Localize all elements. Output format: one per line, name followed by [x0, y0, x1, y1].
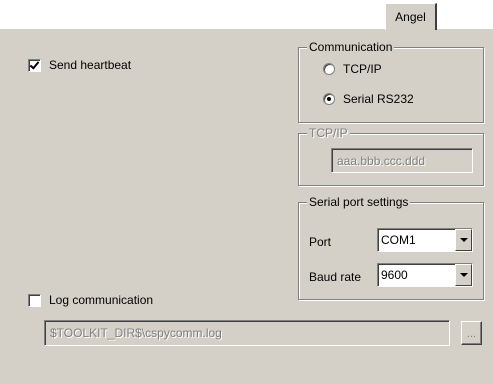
- port-label: Port: [309, 235, 332, 249]
- radio-serial-rs232-label: Serial RS232: [343, 92, 414, 106]
- chevron-down-icon: [459, 238, 468, 242]
- radio-tcpip-label: TCP/IP: [343, 62, 382, 76]
- tab-angel[interactable]: Angel: [385, 3, 437, 30]
- tcpip-address-value: aaa.bbb.ccc.ddd: [337, 153, 426, 168]
- log-communication-label: Log communication: [49, 293, 154, 307]
- log-file-path-value: $TOOLKIT_DIR$\cspycomm.log: [50, 326, 222, 340]
- settings-panel: Send heartbeat Communication TCP/IP Seri…: [0, 28, 493, 384]
- tcpip-group-title: TCP/IP: [307, 126, 350, 140]
- radio-tcpip-row[interactable]: TCP/IP: [323, 62, 382, 76]
- browse-button-label: ...: [466, 328, 477, 340]
- tcpip-address-field[interactable]: aaa.bbb.ccc.ddd: [331, 148, 473, 173]
- tcpip-group: TCP/IP aaa.bbb.ccc.ddd: [298, 126, 484, 186]
- log-communication-checkbox-row[interactable]: Log communication: [28, 293, 153, 307]
- radio-serial-row[interactable]: Serial RS232: [323, 92, 414, 106]
- port-select-value: COM1: [381, 233, 416, 247]
- send-heartbeat-label: Send heartbeat: [49, 58, 132, 72]
- port-select[interactable]: COM1: [377, 228, 473, 252]
- port-select-dropdown-button[interactable]: [455, 229, 472, 251]
- log-communication-checkbox[interactable]: [28, 293, 41, 307]
- communication-group-title: Communication: [307, 40, 395, 54]
- serial-port-settings-title: Serial port settings: [307, 195, 411, 209]
- communication-group: Communication TCP/IP Serial RS232: [298, 40, 484, 123]
- send-heartbeat-checkbox-row[interactable]: Send heartbeat: [28, 58, 131, 72]
- send-heartbeat-checkbox[interactable]: [28, 58, 41, 72]
- radio-serial-rs232[interactable]: [323, 93, 335, 105]
- log-file-path-field[interactable]: $TOOLKIT_DIR$\cspycomm.log: [44, 320, 450, 346]
- chevron-down-icon: [459, 273, 468, 277]
- radio-tcpip[interactable]: [323, 63, 335, 75]
- browse-button[interactable]: ...: [461, 321, 482, 345]
- baud-rate-select-value: 9600: [381, 268, 408, 282]
- baud-rate-select[interactable]: 9600: [377, 263, 473, 287]
- tab-label: Angel: [395, 10, 426, 24]
- serial-port-settings-group: Serial port settings Port COM1 Baud rate…: [298, 195, 484, 300]
- baud-rate-dropdown-button[interactable]: [455, 264, 472, 286]
- baud-rate-label: Baud rate: [309, 270, 362, 284]
